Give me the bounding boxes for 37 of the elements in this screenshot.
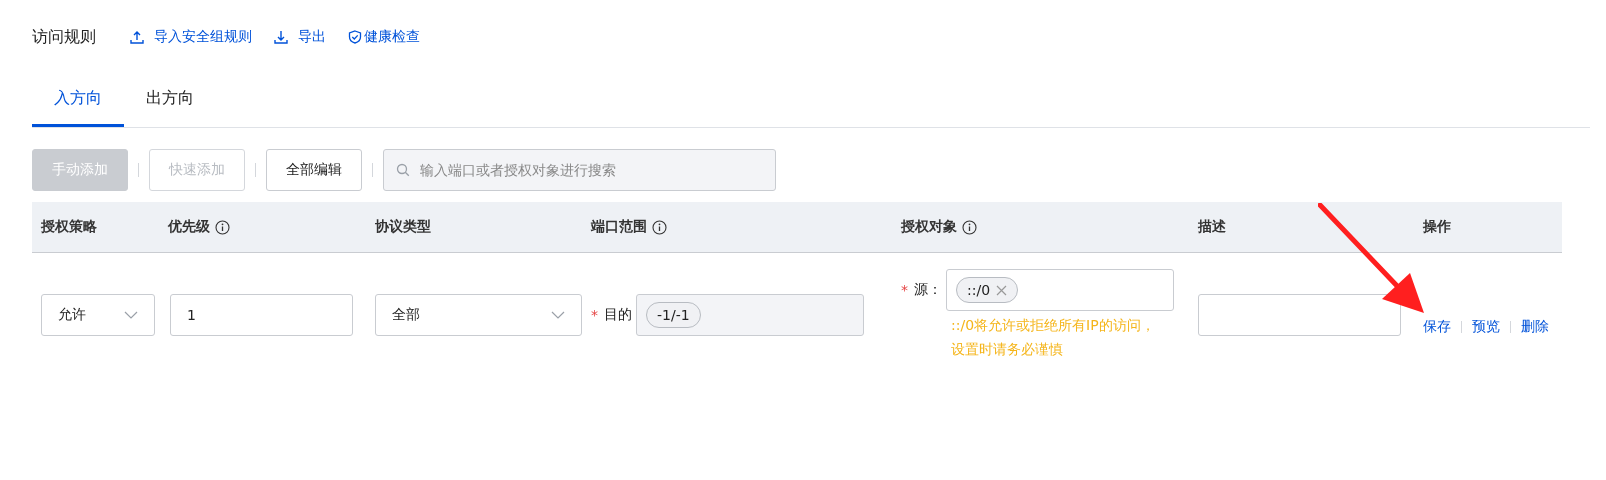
select-field[interactable]: 允许	[41, 294, 155, 336]
tab[interactable]: 出方向	[124, 73, 216, 127]
column-header: 描述	[1198, 218, 1226, 236]
column-header: 授权策略	[41, 218, 97, 236]
warning-text: ::/0将允许或拒绝所有IP的访问，设置时请务必谨慎	[951, 316, 1156, 359]
tag-input[interactable]: ::/0	[946, 269, 1174, 311]
column-header: 协议类型	[375, 218, 431, 236]
search-field[interactable]: 输入端口或者授权对象进行搜索	[383, 149, 776, 191]
search-icon	[396, 163, 410, 177]
toolbar-button[interactable]: 全部编辑	[266, 149, 362, 191]
shield-check-icon	[348, 30, 362, 44]
upload-icon	[130, 30, 144, 44]
column-header: 操作	[1423, 218, 1451, 236]
header-link[interactable]: 导出	[274, 28, 326, 46]
column-header: 端口范围	[591, 218, 647, 236]
field-label: 源：	[914, 281, 942, 299]
section-title: 访问规则	[32, 26, 96, 48]
action-link[interactable]: 预览	[1472, 318, 1500, 336]
column-header: 优先级	[168, 218, 210, 236]
required-mark: *	[591, 307, 598, 323]
tag: -1/-1	[646, 302, 701, 328]
search-input[interactable]: 输入端口或者授权对象进行搜索	[418, 150, 763, 190]
tag: ::/0	[956, 277, 1019, 303]
chevron-down-icon	[124, 311, 138, 319]
column-header: 授权对象	[901, 218, 957, 236]
priority-input[interactable]: 1	[170, 294, 353, 336]
header-link[interactable]: 导入安全组规则	[130, 28, 252, 46]
description-input[interactable]	[1198, 294, 1401, 336]
field-label: 目的	[604, 306, 632, 324]
select-field[interactable]: 全部	[375, 294, 582, 336]
required-mark: *	[901, 282, 908, 298]
action-link[interactable]: 删除	[1521, 318, 1549, 336]
action-link[interactable]: 保存	[1423, 318, 1451, 336]
chevron-down-icon	[551, 311, 565, 319]
header-link[interactable]: 健康检查	[348, 28, 420, 46]
download-icon	[274, 30, 288, 44]
tab[interactable]: 入方向	[32, 73, 124, 127]
